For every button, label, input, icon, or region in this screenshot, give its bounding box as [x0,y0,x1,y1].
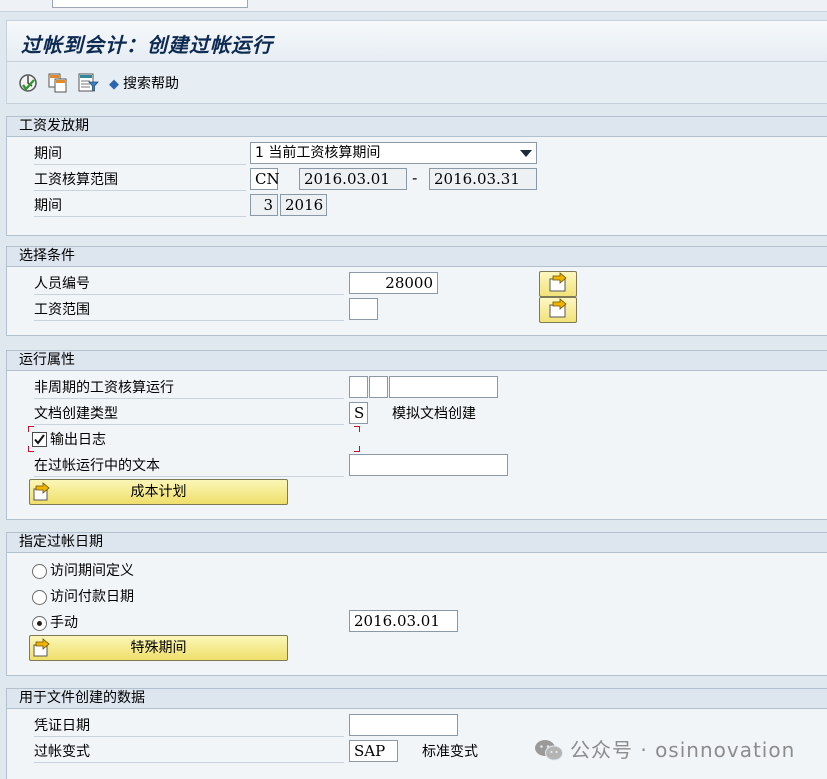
payroll-area-field[interactable]: CN [250,168,280,190]
period-label: 期间 [34,144,246,165]
arrow-right-icon [549,272,567,292]
arrow-right-icon [33,638,50,657]
focus-bracket [354,446,360,452]
offcycle-field-1[interactable] [349,376,368,398]
wechat-logo-icon [535,740,563,761]
focus-bracket [354,426,360,432]
top-strip [0,0,827,12]
output-log-checkbox[interactable] [32,432,47,447]
selection-header: 选择条件 [7,247,827,267]
payroll-range-field[interactable] [349,298,378,320]
manual-date-field[interactable]: 2016.03.01 [349,610,458,632]
radio-payment-date-label: 访问付款日期 [50,589,134,605]
chevron-down-icon[interactable] [520,150,532,157]
radio-period-definition-label: 访问期间定义 [50,563,134,579]
command-field[interactable] [52,0,248,8]
variant-icon[interactable] [77,72,99,94]
run-text-field[interactable] [349,454,508,476]
radio-payment-date[interactable] [32,590,47,605]
offcycle-field-2[interactable] [369,376,388,398]
check-icon [34,434,45,445]
search-help-button[interactable]: ◆ 搜索帮助 [109,73,179,93]
execute-icon[interactable] [17,72,39,94]
multiple-selection-button-2[interactable] [539,297,577,323]
application-toolbar: ◆ 搜索帮助 [6,62,827,104]
diamond-icon: ◆ [109,77,119,92]
multiple-selection-button[interactable] [539,271,577,297]
period-number-field: 3 [250,194,278,216]
radio-period-definition[interactable] [32,564,47,579]
arrow-right-icon [549,298,567,318]
run-text-label: 在过帐运行中的文本 [34,456,344,477]
posting-variant-label: 过帐变式 [34,742,344,763]
posting-variant-description: 标准变式 [422,744,478,760]
doc-type-field[interactable]: S [349,402,368,424]
period-year-field: 2016 [280,194,327,216]
offcycle-label: 非周期的工资核算运行 [34,378,344,399]
payroll-period-header: 工资发放期 [7,117,827,137]
doc-data-header: 用于文件创建的数据 [7,689,827,709]
run-attributes-header: 运行属性 [7,351,827,371]
date-separator: - [412,169,418,187]
doc-type-description: 模拟文档创建 [392,406,476,422]
watermark: 公众号 · osinnovation [534,734,795,763]
cost-plan-button[interactable]: 成本计划 [29,479,288,505]
payroll-range-label: 工资范围 [34,300,344,321]
posting-date-header: 指定过帐日期 [7,533,827,553]
posting-variant-field[interactable]: SAP [349,740,398,762]
output-log-label: 输出日志 [50,432,106,448]
personnel-number-label: 人员编号 [34,274,344,295]
doc-type-label: 文档创建类型 [34,404,344,425]
radio-manual-label: 手动 [50,615,78,631]
period-dropdown[interactable]: 1 当前工资核算期间 [250,142,537,164]
title-bar: 过帐到会计：创建过帐运行 [6,20,827,62]
copy-icon[interactable] [47,72,69,94]
date-to-field: 2016.03.31 [429,168,537,190]
offcycle-field-3[interactable] [389,376,498,398]
page-title: 过帐到会计：创建过帐运行 [21,33,273,57]
payroll-area-label: 工资核算范围 [34,170,246,191]
period2-label: 期间 [34,196,246,217]
doc-date-label: 凭证日期 [34,716,344,737]
personnel-number-field[interactable]: 28000 [349,272,438,294]
doc-date-field[interactable] [349,714,458,736]
special-period-button[interactable]: 特殊期间 [29,635,288,661]
date-from-field: 2016.03.01 [299,168,407,190]
arrow-right-icon [33,482,50,501]
radio-manual[interactable] [32,616,47,631]
